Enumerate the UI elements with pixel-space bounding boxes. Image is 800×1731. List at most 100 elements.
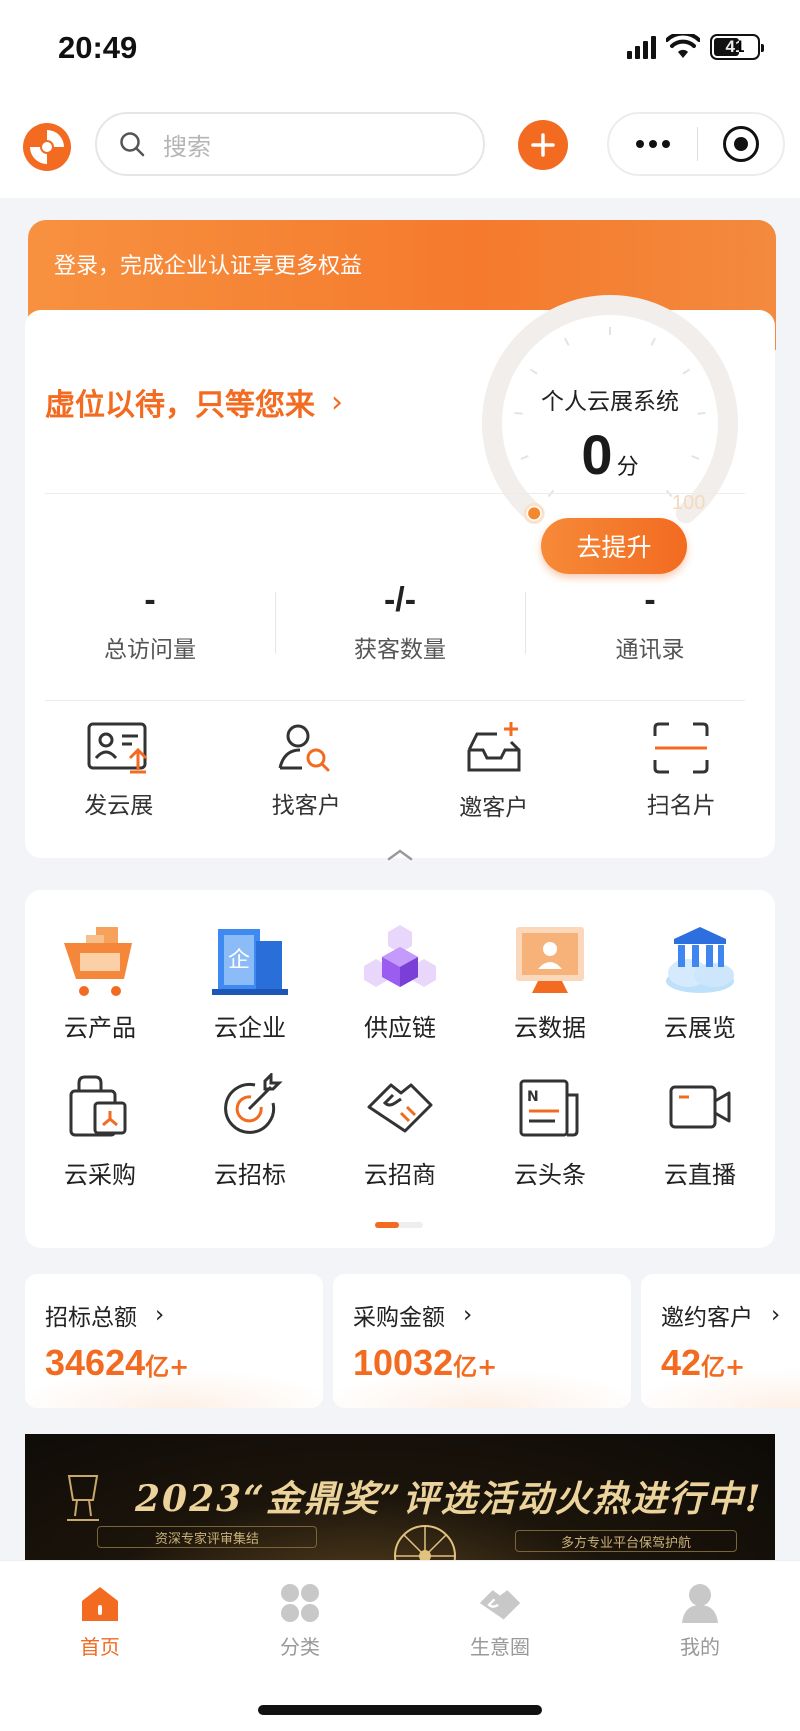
stat-contacts[interactable]: - 通讯录 — [525, 572, 775, 672]
metric-purchase-amount[interactable]: 采购金额 › 10032亿+ — [333, 1274, 631, 1408]
enterprise-building-icon: 企 — [212, 929, 288, 995]
tab-business-circle[interactable]: 生意圈 — [400, 1561, 600, 1671]
gauge-tick — [682, 368, 691, 375]
divider — [45, 493, 745, 494]
live-camera-icon — [669, 1085, 731, 1129]
metric-unit: 亿+ — [145, 1353, 190, 1381]
slogan-text: 虚位以待，只等您来 — [45, 388, 315, 423]
metric-value: 34624 — [45, 1342, 146, 1383]
stat-label: 获客数量 — [354, 637, 446, 663]
metric-value: 10032 — [353, 1342, 454, 1383]
upgrade-button[interactable]: 去提升 — [541, 518, 687, 574]
tab-category[interactable]: 分类 — [200, 1561, 400, 1671]
action-scan-card[interactable]: 扫名片 — [588, 720, 776, 820]
action-find-customer[interactable]: 找客户 — [213, 720, 401, 820]
score-unit: 分 — [616, 455, 639, 480]
quick-actions: 发云展 找客户 邀客户 扫名片 — [25, 720, 776, 821]
user-search-icon — [278, 724, 330, 772]
status-time: 20:49 — [58, 30, 138, 65]
wifi-icon — [666, 34, 700, 58]
service-cloud-data[interactable]: 云数据 — [475, 920, 625, 1043]
promo-tag: 资深专家评审集结 — [97, 1526, 317, 1548]
gauge-title: 个人云展系统 — [541, 389, 679, 415]
category-icon — [281, 1583, 319, 1622]
purchase-bag-icon — [69, 1075, 127, 1137]
more-options-icon[interactable] — [609, 140, 697, 148]
tab-label: 首页 — [80, 1634, 120, 1659]
app-logo-icon — [23, 123, 71, 171]
service-label: 供应链 — [364, 1014, 436, 1042]
service-label: 云采购 — [64, 1161, 136, 1189]
business-circle-icon — [479, 1589, 521, 1619]
newspaper-icon: N — [519, 1079, 579, 1137]
metric-bid-total[interactable]: 招标总额 › 34624亿+ — [25, 1274, 323, 1408]
metric-label: 邀约客户 — [661, 1305, 753, 1331]
divider — [45, 700, 745, 701]
stat-value: - — [644, 581, 656, 619]
ferris-wheel-icon — [394, 1525, 456, 1564]
cart-icon — [64, 927, 132, 996]
score-max: 100 — [672, 492, 706, 514]
service-cloud-live[interactable]: 云直播 — [625, 1067, 775, 1190]
plus-icon — [531, 133, 555, 157]
metric-label: 招标总额 — [45, 1305, 137, 1331]
service-supply-chain[interactable]: 供应链 — [325, 920, 475, 1043]
scan-card-icon — [653, 722, 709, 774]
service-cloud-product[interactable]: 云产品 — [25, 920, 175, 1043]
service-label: 云数据 — [514, 1014, 586, 1042]
service-label: 云招标 — [214, 1161, 286, 1189]
stat-label: 总访问量 — [104, 637, 196, 663]
service-cloud-headlines[interactable]: N 云头条 — [475, 1067, 625, 1190]
inbox-plus-icon — [467, 722, 521, 772]
service-cloud-investment[interactable]: 云招商 — [325, 1067, 475, 1190]
action-label: 邀客户 — [459, 795, 529, 821]
data-screen-icon — [516, 927, 584, 993]
top-nav-bar: 搜索 — [0, 100, 800, 198]
service-label: 云产品 — [64, 1014, 136, 1042]
stat-leads[interactable]: -/- 获客数量 — [275, 572, 525, 672]
service-cloud-bidding[interactable]: 云招标 — [175, 1067, 325, 1190]
stats-row: - 总访问量 -/- 获客数量 - 通讯录 — [25, 572, 775, 672]
close-miniprogram-button[interactable] — [698, 126, 783, 162]
service-label: 云展览 — [664, 1014, 736, 1042]
bottom-tab-bar: 首页 分类 生意圈 我的 — [0, 1560, 800, 1731]
action-publish-expo[interactable]: 发云展 — [25, 720, 213, 820]
chevron-right-icon: › — [771, 1302, 781, 1328]
metric-value: 42 — [661, 1342, 702, 1383]
battery-level: 41 — [725, 37, 745, 56]
tab-mine[interactable]: 我的 — [600, 1561, 800, 1671]
svg-text:N: N — [527, 1089, 539, 1105]
promo-banner[interactable]: 2023“金鼎奖”评选活动火热进行中! 资深专家评审集结 多方专业平台保驾护航 — [25, 1434, 775, 1564]
service-label: 云企业 — [214, 1014, 286, 1042]
service-label: 云头条 — [514, 1161, 586, 1189]
chevron-right-icon: › — [463, 1302, 473, 1328]
service-cloud-purchase[interactable]: 云采购 — [25, 1067, 175, 1190]
tab-home[interactable]: 首页 — [0, 1561, 200, 1671]
action-invite-customer[interactable]: 邀客户 — [400, 720, 588, 821]
metric-unit: 亿+ — [701, 1353, 746, 1381]
collapse-chevron-icon[interactable] — [375, 845, 425, 865]
gauge-tick — [529, 368, 538, 375]
action-label: 找客户 — [271, 793, 341, 819]
profile-card: 虚位以待，只等您来 › 个人云展系统 0分 100 去提升 - 总访问量 -/-… — [25, 295, 776, 861]
stat-visits[interactable]: - 总访问量 — [25, 572, 275, 672]
target-circle-icon — [722, 126, 759, 162]
handshake-icon — [367, 1083, 433, 1133]
service-cloud-exhibition[interactable]: 云展览 — [625, 920, 775, 1043]
tab-label: 我的 — [680, 1634, 720, 1659]
award-logo-icon — [67, 1475, 99, 1521]
profile-icon — [682, 1583, 718, 1623]
metric-invited-customers[interactable]: 邀约客户 › 42亿+ — [641, 1274, 800, 1408]
service-cloud-enterprise[interactable]: 企 云企业 — [175, 920, 325, 1043]
gauge-tick — [650, 337, 656, 346]
add-button[interactable] — [518, 120, 568, 170]
action-label: 发云展 — [84, 793, 154, 819]
battery-icon: 41 — [710, 34, 764, 60]
login-prompt-link[interactable]: 虚位以待，只等您来 › — [45, 380, 343, 424]
services-grid-card: 云产品 企 云企业 供应链 云数据 云展览 云采购 云招标 云招商 N 云头条 … — [25, 890, 775, 1248]
login-banner-text: 登录，完成企业认证享更多权益 — [54, 254, 363, 279]
stat-label: 通讯录 — [615, 637, 685, 663]
exhibition-hall-icon — [666, 927, 734, 993]
search-bar[interactable]: 搜索 — [95, 112, 485, 176]
service-label: 云招商 — [364, 1161, 436, 1189]
